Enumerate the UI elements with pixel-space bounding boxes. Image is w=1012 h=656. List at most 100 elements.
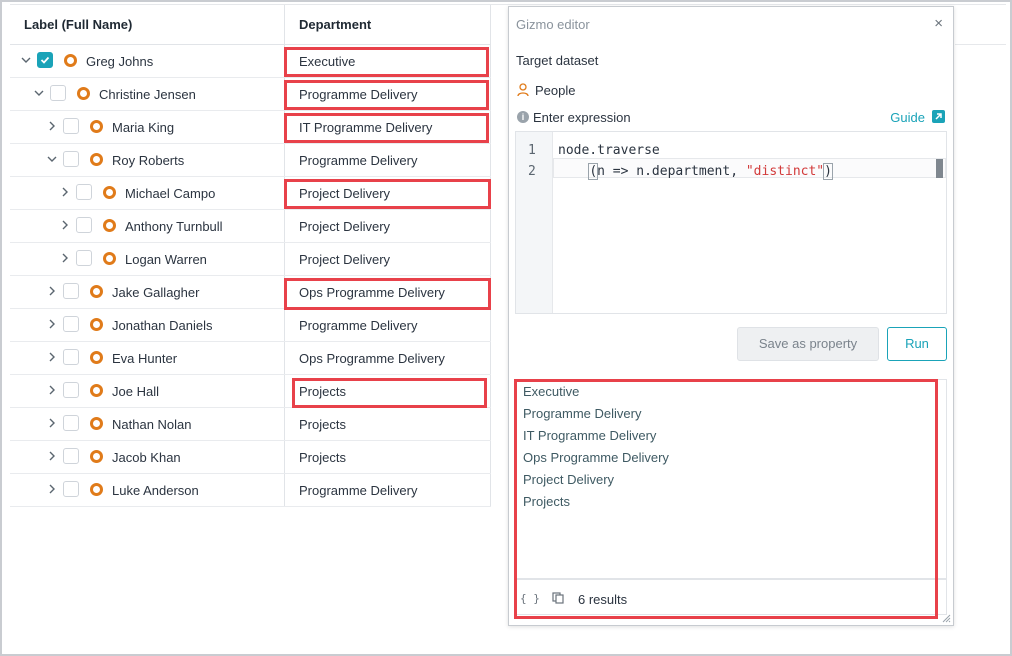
table-row[interactable]: Luke Anderson Programme Delivery [10,474,491,507]
row-name: Maria King [112,120,175,135]
row-department: Programme Delivery [299,318,418,333]
node-icon [90,318,103,331]
row-name: Roy Roberts [112,153,185,168]
code-line[interactable]: (n => n.department, "distinct") [558,163,833,180]
table-row[interactable]: Jonathan Daniels Programme Delivery [10,309,491,342]
highlight-box [284,179,491,209]
table-row[interactable]: Nathan Nolan Projects [10,408,491,441]
save-as-property-button[interactable]: Save as property [737,327,879,361]
node-icon [77,87,90,100]
chevron-right-icon[interactable] [46,450,58,462]
highlight-box [284,80,489,110]
editor-title: Gizmo editor [516,17,590,32]
row-department: Programme Delivery [299,153,418,168]
dataset-name[interactable]: People [535,83,575,98]
row-name: Logan Warren [125,252,207,267]
department-column-header[interactable]: Department [299,17,371,32]
row-checkbox[interactable] [63,151,79,167]
external-link-icon[interactable] [932,110,945,123]
chevron-right-icon[interactable] [59,252,71,264]
line-gutter [516,132,553,313]
chevron-down-icon[interactable] [46,153,58,165]
node-icon [90,285,103,298]
row-name: Eva Hunter [112,351,178,366]
header-divider [955,44,1006,45]
line-number: 1 [528,143,536,158]
row-checkbox[interactable] [63,118,79,134]
highlight-box [284,113,489,143]
row-department: Programme Delivery [299,483,418,498]
row-name: Greg Johns [86,54,154,69]
table-row[interactable]: Logan Warren Project Delivery [10,243,491,276]
table-row[interactable]: Roy Roberts Programme Delivery [10,144,491,177]
chevron-right-icon[interactable] [46,384,58,396]
target-dataset-label: Target dataset [516,53,599,68]
row-checkbox[interactable] [63,415,79,431]
chevron-right-icon[interactable] [46,120,58,132]
node-icon [90,153,103,166]
node-icon [64,54,77,67]
row-name: Jake Gallagher [112,285,200,300]
person-icon [517,83,529,97]
highlight-box [284,47,489,77]
row-checkbox[interactable] [76,184,92,200]
table-row[interactable]: Eva Hunter Ops Programme Delivery [10,342,491,375]
row-name: Anthony Turnbull [125,219,223,234]
chevron-right-icon[interactable] [46,483,58,495]
chevron-down-icon[interactable] [20,54,32,66]
row-name: Nathan Nolan [112,417,192,432]
chevron-right-icon[interactable] [59,186,71,198]
row-checkbox[interactable] [63,448,79,464]
row-checkbox[interactable] [63,481,79,497]
row-name: Jonathan Daniels [112,318,213,333]
row-checkbox[interactable] [37,52,53,68]
row-name: Christine Jensen [99,87,196,102]
node-icon [90,351,103,364]
expression-label: Enter expression [533,110,631,125]
info-icon: i [517,111,529,123]
close-icon[interactable]: × [934,15,943,32]
chevron-right-icon[interactable] [46,351,58,363]
row-name: Jacob Khan [112,450,181,465]
highlight-box [292,378,487,408]
row-checkbox[interactable] [63,283,79,299]
row-checkbox[interactable] [76,217,92,233]
row-name: Luke Anderson [112,483,199,498]
row-name: Michael Campo [125,186,216,201]
chevron-down-icon[interactable] [33,87,45,99]
row-department: Projects [299,417,346,432]
row-checkbox[interactable] [63,349,79,365]
row-department: Project Delivery [299,219,391,234]
chevron-right-icon[interactable] [59,219,71,231]
scrollbar-thumb[interactable] [936,159,943,178]
chevron-right-icon[interactable] [46,318,58,330]
table-row[interactable]: Jacob Khan Projects [10,441,491,474]
highlight-box [514,379,938,619]
row-department: Project Delivery [299,252,391,267]
grid-header: Label (Full Name) Department [10,5,491,45]
run-button[interactable]: Run [887,327,947,361]
node-icon [103,186,116,199]
row-checkbox[interactable] [63,382,79,398]
row-checkbox[interactable] [76,250,92,266]
node-icon [90,384,103,397]
row-department: Projects [299,450,346,465]
expression-editor[interactable]: 1 2 node.traverse (n => n.department, "d… [515,131,947,314]
table-row[interactable]: Anthony Turnbull Project Delivery [10,210,491,243]
row-checkbox[interactable] [50,85,66,101]
label-column-header[interactable]: Label (Full Name) [24,17,132,32]
row-checkbox[interactable] [63,316,79,332]
node-icon [90,120,103,133]
guide-link[interactable]: Guide [890,110,925,125]
node-icon [103,252,116,265]
node-icon [90,450,103,463]
chevron-right-icon[interactable] [46,285,58,297]
node-icon [90,417,103,430]
code-line[interactable]: node.traverse [558,143,660,158]
chevron-right-icon[interactable] [46,417,58,429]
row-department: Ops Programme Delivery [299,351,445,366]
row-name: Joe Hall [112,384,159,399]
node-icon [90,483,103,496]
resize-handle-icon[interactable] [942,614,951,623]
line-number: 2 [528,164,536,179]
